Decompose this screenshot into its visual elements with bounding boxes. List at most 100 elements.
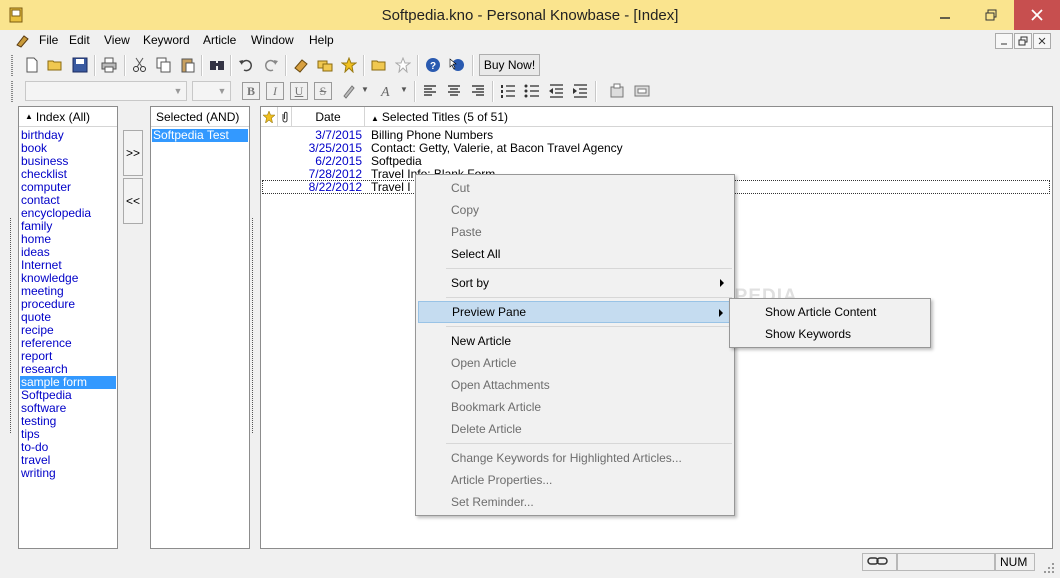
strikethrough-button[interactable]: S [314,82,332,100]
resize-grip-icon[interactable] [1042,561,1056,575]
sort-asc-icon: ▲ [25,112,33,121]
redo-icon[interactable] [260,54,282,76]
selected-header-label: Selected (AND) [156,109,240,124]
maximize-button[interactable] [968,0,1014,30]
star-outline-icon[interactable] [392,54,414,76]
decrease-indent-icon[interactable] [545,80,567,102]
minimize-icon [1001,43,1007,45]
title-column-header[interactable]: ▲ Selected Titles (5 of 51) [365,107,508,127]
document-menu-icon[interactable] [14,33,30,49]
date-column-header[interactable]: Date [292,106,365,127]
align-left-icon[interactable] [419,80,441,102]
add-keyword-button[interactable]: >> [123,130,143,176]
index-keyword-item[interactable]: writing [20,467,116,480]
mdi-minimize-button[interactable] [995,33,1013,49]
selected-keyword-item[interactable]: Softpedia Test [152,129,248,142]
close-icon [1038,37,1046,45]
context-menu-item-cut[interactable]: Cut [418,177,732,199]
menu-view[interactable]: View [102,30,132,51]
context-menu-item-sort-by[interactable]: Sort by [418,272,732,294]
context-menu-item-label: Bookmark Article [451,400,542,414]
font-name-combo[interactable]: ▼ [25,81,187,101]
star-icon[interactable] [338,54,360,76]
align-right-icon[interactable] [467,80,489,102]
increase-indent-icon[interactable] [569,80,591,102]
context-menu-item-label: Preview Pane [452,305,527,319]
middle-splitter[interactable] [252,218,257,433]
menu-file[interactable]: File [37,30,60,51]
underline-button[interactable]: U [290,82,308,100]
toolbar-separator [230,55,232,76]
window-title: Softpedia.kno - Personal Knowbase - [Ind… [381,7,679,24]
paperclip-icon [282,111,287,122]
index-header[interactable]: ▲ Index (All) [19,107,117,127]
find-icon[interactable] [206,54,228,76]
bold-button[interactable]: B [242,82,260,100]
italic-button[interactable]: I [266,82,284,100]
toolbar-separator [472,55,474,76]
context-menu-item-label: Open Article [451,356,517,370]
context-menu-item-select-all[interactable]: Select All [418,243,732,265]
svg-text:?: ? [430,61,436,72]
minimize-button[interactable] [922,0,968,30]
context-menu-item-delete-article[interactable]: Delete Article [418,418,732,440]
print-icon[interactable] [98,54,120,76]
menu-article[interactable]: Article [201,30,238,51]
toolbar-grip[interactable] [11,55,13,76]
paste-icon[interactable] [177,54,199,76]
index-keyword-list[interactable]: birthday book business checklist computer con… [18,129,118,539]
context-help-icon[interactable] [446,54,468,76]
left-splitter[interactable] [10,218,15,433]
menu-edit[interactable]: Edit [67,30,92,51]
close-button[interactable] [1014,0,1060,30]
align-center-icon[interactable] [443,80,465,102]
toolbar-grip[interactable] [11,81,13,102]
font-color-dropdown-icon[interactable]: ▼ [400,85,408,94]
context-menu-item-copy[interactable]: Copy [418,199,732,221]
context-menu-item-label: Change Keywords for Highlighted Articles… [451,451,682,465]
save-icon[interactable] [69,54,91,76]
insert-object-icon[interactable] [631,80,653,102]
menu-help[interactable]: Help [307,30,336,51]
highlighter-dropdown-icon[interactable]: ▼ [361,85,369,94]
numbered-list-icon[interactable] [497,80,519,102]
context-menu-item-paste[interactable]: Paste [418,221,732,243]
submenu-item-show-keywords[interactable]: Show Keywords [732,323,928,345]
bullet-list-icon[interactable] [521,80,543,102]
context-menu-item-new-article[interactable]: New Article [418,330,732,352]
context-menu-item-preview-pane[interactable]: Preview Pane [418,301,732,323]
insert-picture-icon[interactable] [606,80,628,102]
context-menu-item-change-keywords-for-highlighted-articles[interactable]: Change Keywords for Highlighted Articles… [418,447,732,469]
bookmark-column-header[interactable] [261,106,278,127]
eraser-icon[interactable] [290,54,312,76]
highlighter-icon[interactable] [338,80,360,102]
submenu-item-show-article-content[interactable]: Show Article Content [732,301,928,323]
attachment-column-header[interactable] [278,106,292,127]
context-menu-item-set-reminder[interactable]: Set Reminder... [418,491,732,513]
menu-window[interactable]: Window [249,30,296,51]
undo-icon[interactable] [235,54,257,76]
status-link-cell [862,553,897,571]
titles-header: Date ▲ Selected Titles (5 of 51) [261,106,1052,127]
font-size-combo[interactable]: ▼ [192,81,231,101]
mdi-restore-button[interactable] [1014,33,1032,49]
cut-icon[interactable] [129,54,151,76]
mdi-close-button[interactable] [1033,33,1051,49]
menu-keyword[interactable]: Keyword [141,30,192,51]
new-document-icon[interactable] [21,54,43,76]
bookmark-icon[interactable] [314,54,336,76]
buy-now-button[interactable]: Buy Now! [479,54,540,76]
context-menu-item-article-properties[interactable]: Article Properties... [418,469,732,491]
folder-icon[interactable] [368,54,390,76]
help-icon[interactable]: ? [422,54,444,76]
font-color-icon[interactable]: A [376,80,398,102]
copy-icon[interactable] [153,54,175,76]
context-menu-item-label: Article Properties... [451,473,553,487]
minimize-icon [940,17,950,19]
remove-keyword-button[interactable]: << [123,178,143,224]
context-menu-item-bookmark-article[interactable]: Bookmark Article [418,396,732,418]
context-menu-item-open-attachments[interactable]: Open Attachments [418,374,732,396]
selected-header[interactable]: Selected (AND) [151,107,249,127]
context-menu-item-open-article[interactable]: Open Article [418,352,732,374]
open-folder-icon[interactable] [44,54,66,76]
